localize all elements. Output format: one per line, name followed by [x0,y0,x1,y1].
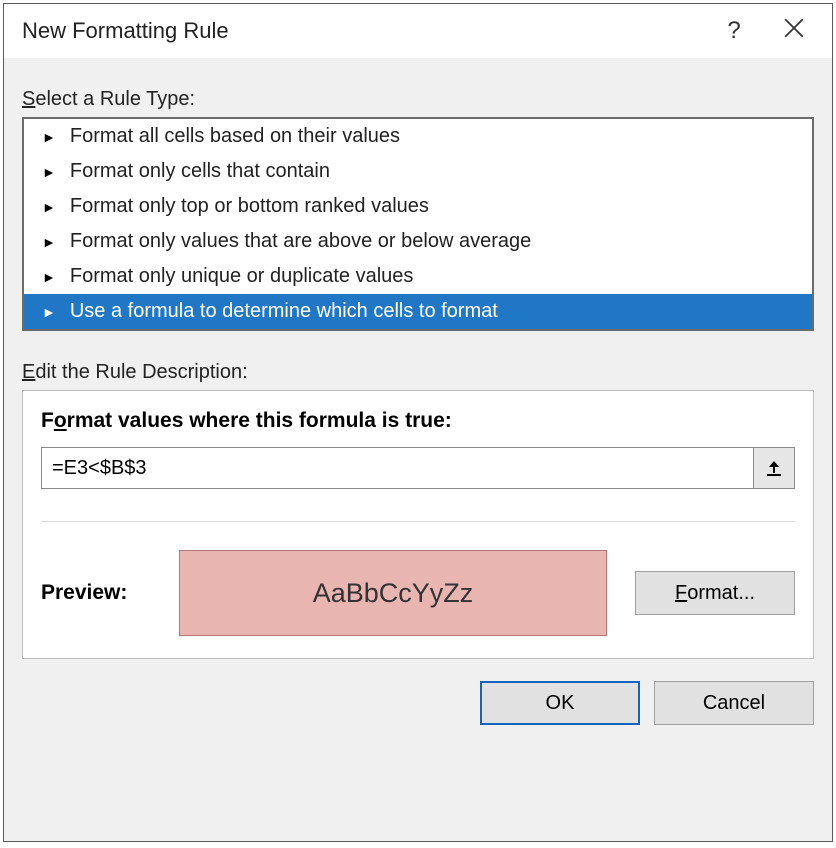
rule-item-formula[interactable]: ► Use a formula to determine which cells… [24,294,812,329]
rule-type-label: Select a Rule Type: [22,88,814,111]
preview-row: Preview: AaBbCcYyZz Format... [41,550,795,636]
collapse-icon [764,458,784,478]
formula-label-post: rmat values where this formula is true: [67,409,452,432]
formula-label-pre: F [41,409,54,432]
rule-item-label: Format only top or bottom ranked values [70,195,429,218]
titlebar: New Formatting Rule ? [4,4,832,58]
divider [41,521,795,522]
rule-item-above-below[interactable]: ► Format only values that are above or b… [24,224,812,259]
close-button[interactable] [764,17,824,45]
rule-item-unique-duplicate[interactable]: ► Format only unique or duplicate values [24,259,812,294]
preview-box: AaBbCcYyZz [179,550,607,636]
collapse-dialog-button[interactable] [753,447,795,489]
ok-button[interactable]: OK [480,681,640,725]
dialog-title: New Formatting Rule [22,18,704,44]
button-row: OK Cancel [22,681,814,725]
rule-desc-box: Format values where this formula is true… [22,390,814,659]
rule-item-label: Format only unique or duplicate values [70,265,414,288]
rule-item-all-cells[interactable]: ► Format all cells based on their values [24,119,812,154]
dialog-new-formatting-rule: New Formatting Rule ? Select a Rule Type… [3,3,833,842]
marker-icon: ► [42,270,56,284]
format-btn-underline: F [675,582,687,604]
rule-type-list[interactable]: ► Format all cells based on their values… [22,117,814,331]
marker-icon: ► [42,130,56,144]
formula-row [41,447,795,489]
rule-item-label: Format only values that are above or bel… [70,230,531,253]
help-button[interactable]: ? [704,17,764,45]
marker-icon: ► [42,200,56,214]
rule-item-label: Use a formula to determine which cells t… [70,300,498,323]
format-button[interactable]: Format... [635,571,795,615]
marker-icon: ► [42,305,56,319]
formula-label: Format values where this formula is true… [41,409,795,433]
formula-label-underline: o [54,409,67,432]
close-icon [783,17,805,39]
rule-item-top-bottom[interactable]: ► Format only top or bottom ranked value… [24,189,812,224]
rule-desc-label: Edit the Rule Description: [22,361,814,384]
cancel-button[interactable]: Cancel [654,681,814,725]
formula-input[interactable] [41,447,753,489]
format-btn-post: ormat... [687,582,755,604]
dialog-body: Select a Rule Type: ► Format all cells b… [4,58,832,841]
marker-icon: ► [42,165,56,179]
rule-item-cells-contain[interactable]: ► Format only cells that contain [24,154,812,189]
preview-label: Preview: [41,581,151,605]
marker-icon: ► [42,235,56,249]
rule-item-label: Format all cells based on their values [70,125,400,148]
rule-item-label: Format only cells that contain [70,160,330,183]
